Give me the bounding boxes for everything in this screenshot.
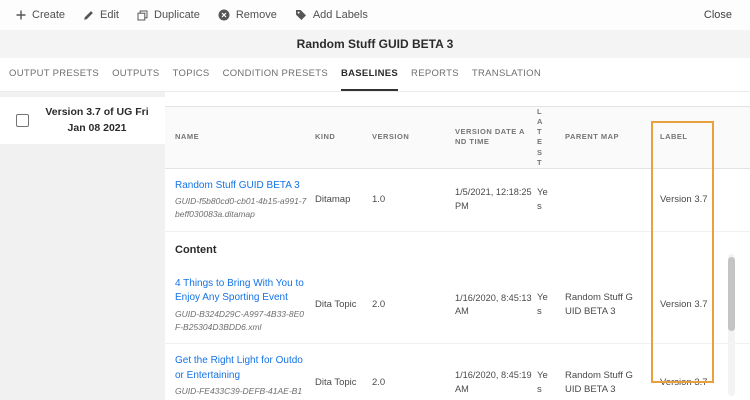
document-link[interactable]: Random Stuff GUID BETA 3 [175, 179, 307, 194]
cell-name: 4 Things to Bring With You to Enjoy Any … [175, 277, 315, 334]
add-labels-button[interactable]: Add Labels [295, 9, 368, 21]
column-header-version-date: VERSION DATE AND TIME [455, 126, 525, 147]
column-header-name: NAME [175, 131, 200, 141]
baseline-list-item[interactable]: Version 3.7 of UG Fri Jan 08 2021 [0, 97, 165, 144]
column-header-label: LABEL [660, 131, 688, 141]
document-guid: GUID-f5b80cd0-cb01-4b15-a991-7beff030083… [175, 196, 307, 219]
cell-parent-map: Random Stuff GUID BETA 3 [565, 292, 633, 317]
baseline-list-sidebar: Version 3.7 of UG Fri Jan 08 2021 [0, 92, 165, 400]
plus-icon [16, 10, 26, 20]
tab-output-presets[interactable]: OUTPUT PRESETS [9, 58, 99, 91]
cell-label: Version 3.7 [660, 193, 708, 205]
table-row-topic-1: 4 Things to Bring With You to Enjoy Any … [165, 267, 750, 345]
tag-icon [295, 10, 306, 20]
edit-button[interactable]: Edit [83, 9, 119, 21]
cell-name: Random Stuff GUID BETA 3 GUID-f5b80cd0-c… [175, 179, 315, 221]
page-header: Random Stuff GUID BETA 3 [0, 30, 750, 58]
table-row-ditamap: Random Stuff GUID BETA 3 GUID-f5b80cd0-c… [165, 169, 750, 232]
vertical-scrollbar[interactable] [728, 254, 735, 396]
tab-reports[interactable]: REPORTS [411, 58, 459, 91]
add-labels-label: Add Labels [312, 9, 368, 21]
column-header-latest: LATEST [537, 107, 543, 167]
cell-version: 2.0 [372, 299, 386, 311]
cell-version-date: 1/5/2021, 12:18:25 PM [455, 187, 532, 211]
cell-name: Get the Right Light for Outdoor Entertai… [175, 354, 315, 400]
duplicate-label: Duplicate [154, 9, 200, 21]
remove-label: Remove [235, 9, 277, 21]
document-link[interactable]: Get the Right Light for Outdoor Entertai… [175, 354, 307, 383]
baseline-manager-window: Create Edit Duplicate Remove Add Labels … [0, 0, 750, 400]
tab-bar: OUTPUT PRESETS OUTPUTS TOPICS CONDITION … [0, 58, 750, 92]
document-guid: GUID-B324D29C-A997-4B33-8E0F-B25304D3BDD… [175, 308, 304, 332]
cell-latest: Yes [537, 186, 548, 212]
baseline-detail-panel: NAME KIND VERSION VERSION DATE AND TIME … [165, 92, 750, 400]
pencil-icon [84, 10, 93, 20]
baseline-version-label: Version 3.7 of UG Fri Jan 08 2021 [45, 106, 149, 134]
cell-version: 2.0 [372, 376, 386, 388]
baseline-checkbox[interactable] [16, 114, 29, 127]
content-section-label: Content [175, 243, 217, 256]
cell-label: Version 3.7 [660, 299, 708, 311]
cell-kind: Ditamap [315, 193, 351, 205]
cell-kind: Dita Topic [315, 376, 357, 388]
scrollbar-thumb[interactable] [728, 257, 735, 331]
baselines-body: Version 3.7 of UG Fri Jan 08 2021 NAME K… [0, 92, 750, 400]
document-link[interactable]: 4 Things to Bring With You to Enjoy Any … [175, 277, 307, 306]
page-title: Random Stuff GUID BETA 3 [296, 37, 454, 51]
top-toolbar: Create Edit Duplicate Remove Add Labels … [0, 0, 750, 30]
table-row-topic-2: Get the Right Light for Outdoor Entertai… [165, 344, 750, 400]
column-header-kind: KIND [315, 131, 336, 141]
remove-button[interactable]: Remove [218, 9, 277, 21]
tab-topics[interactable]: TOPICS [173, 58, 210, 91]
cell-version-date: 1/16/2020, 8:45:19 AM [455, 370, 532, 394]
table-header-row: NAME KIND VERSION VERSION DATE AND TIME … [165, 106, 750, 169]
tab-condition-presets[interactable]: CONDITION PRESETS [223, 58, 328, 91]
edit-label: Edit [100, 9, 119, 21]
cell-label: Version 3.7 [660, 376, 708, 388]
create-button[interactable]: Create [16, 9, 65, 21]
column-header-parent-map: PARENT MAP [565, 131, 620, 141]
tab-translation[interactable]: TRANSLATION [472, 58, 541, 91]
duplicate-icon [137, 10, 148, 21]
column-header-version: VERSION [372, 131, 410, 141]
duplicate-button[interactable]: Duplicate [137, 9, 200, 21]
close-button[interactable]: Close [704, 9, 732, 21]
cell-latest: Yes [537, 292, 548, 317]
remove-circle-icon [218, 9, 230, 21]
tab-baselines[interactable]: BASELINES [340, 58, 399, 91]
cell-version: 1.0 [372, 193, 386, 205]
tab-outputs[interactable]: OUTPUTS [112, 58, 160, 91]
create-label: Create [32, 9, 66, 21]
cell-latest: Yes [537, 369, 548, 395]
cell-kind: Dita Topic [315, 299, 357, 311]
document-guid: GUID-FE433C39-DEFB-41AE-B1B7-07AE370FB9A… [175, 386, 303, 400]
cell-parent-map: Random Stuff GUID BETA 3 [565, 369, 633, 395]
cell-version-date: 1/16/2020, 8:45:13 AM [455, 292, 532, 316]
